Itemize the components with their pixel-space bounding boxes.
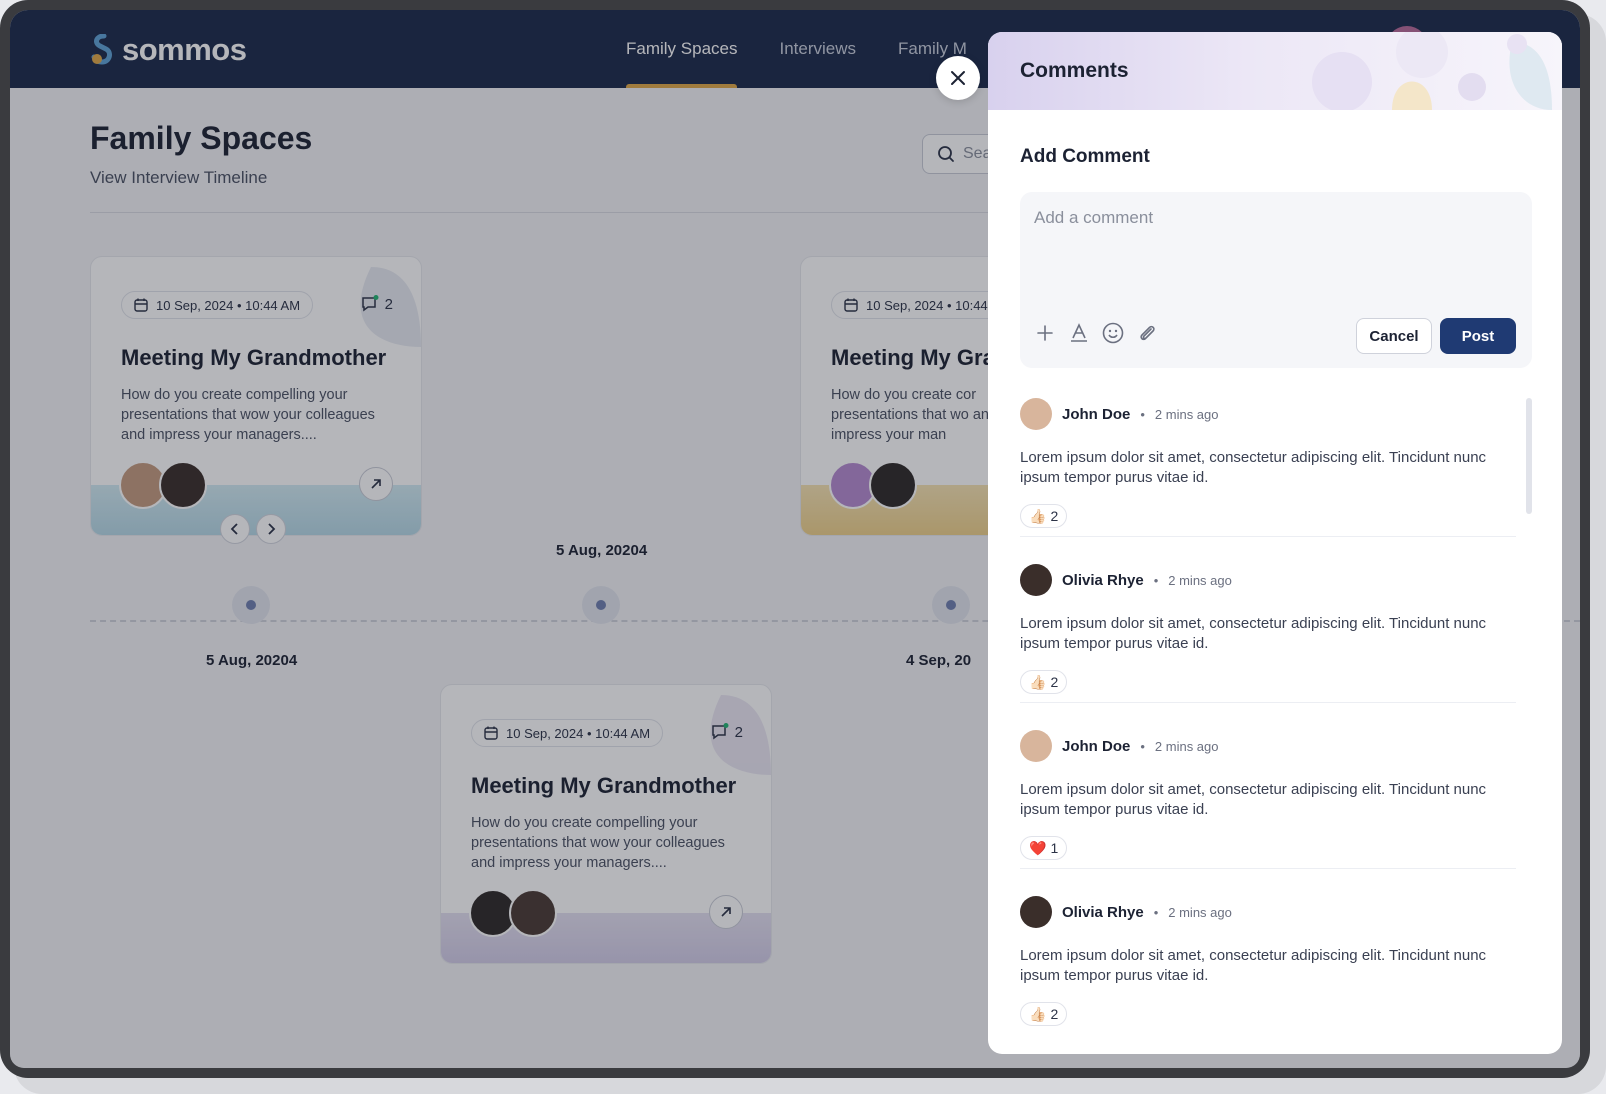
avatar <box>1020 398 1052 430</box>
composer-toolbar <box>1034 322 1158 344</box>
panel-header: Comments <box>988 32 1562 110</box>
comment-author: John Doe <box>1062 737 1131 755</box>
comment-text: Lorem ipsum dolor sit amet, consectetur … <box>1020 449 1487 486</box>
comment-item: John Doe • 2 mins ago Lorem ipsum dolor … <box>1020 730 1516 860</box>
reaction-badge[interactable]: 👍🏻 2 <box>1020 1002 1068 1026</box>
post-button[interactable]: Post <box>1440 318 1516 354</box>
attach-icon <box>1140 325 1155 341</box>
attach-button[interactable] <box>1136 322 1158 344</box>
comment-item: Olivia Rhye • 2 mins ago Lorem ipsum dol… <box>1020 896 1516 1026</box>
reaction-badge[interactable]: 👍🏻 2 <box>1020 504 1068 528</box>
thumbs-up-icon: 👍🏻 <box>1029 673 1047 690</box>
thumbs-up-icon: 👍🏻 <box>1029 1005 1047 1022</box>
comment-author: John Doe <box>1062 405 1131 423</box>
separator-dot: • <box>1153 904 1159 920</box>
divider <box>1020 702 1516 703</box>
decorative-pattern-icon <box>1312 32 1552 110</box>
comment-composer: Add a comment Cancel Post <box>1020 192 1532 368</box>
avatar <box>1020 896 1052 928</box>
cancel-button[interactable]: Cancel <box>1356 318 1432 354</box>
comment-author: Olivia Rhye <box>1062 571 1144 589</box>
separator-dot: • <box>1140 738 1145 754</box>
reaction-count: 2 <box>1050 674 1059 690</box>
comments-panel: Comments Add Comment Add a comment Cance… <box>988 32 1562 1054</box>
reaction-badge[interactable]: 👍🏻 2 <box>1020 670 1068 694</box>
thumbs-up-icon: 👍🏻 <box>1029 507 1047 524</box>
panel-title: Comments <box>1020 59 1129 82</box>
close-panel-button[interactable] <box>936 56 980 100</box>
reaction-badge[interactable]: ❤️ 1 <box>1020 836 1068 860</box>
reaction-count: 1 <box>1050 840 1059 856</box>
add-comment-title: Add Comment <box>1020 146 1150 167</box>
comment-text: Lorem ipsum dolor sit amet, consectetur … <box>1020 947 1487 984</box>
comment-time: 2 mins ago <box>1168 572 1232 588</box>
text-format-button[interactable] <box>1068 322 1090 344</box>
emoji-icon <box>1102 322 1124 344</box>
comment-time: 2 mins ago <box>1168 904 1232 920</box>
comment-time: 2 mins ago <box>1154 406 1219 422</box>
comment-input[interactable]: Add a comment <box>1034 208 1153 228</box>
plus-icon <box>1037 325 1053 341</box>
comment-text: Lorem ipsum dolor sit amet, consectetur … <box>1020 615 1487 652</box>
comment-time: 2 mins ago <box>1154 738 1219 754</box>
device-frame: sommos Family Spaces Interviews Family M… <box>0 0 1590 1078</box>
divider <box>1020 868 1516 869</box>
emoji-button[interactable] <box>1102 322 1124 344</box>
add-button[interactable] <box>1034 322 1056 344</box>
separator-dot: • <box>1153 572 1159 588</box>
reaction-count: 2 <box>1050 1006 1059 1022</box>
divider <box>1020 536 1516 537</box>
reaction-count: 2 <box>1050 508 1059 524</box>
app-screen: sommos Family Spaces Interviews Family M… <box>10 10 1580 1068</box>
text-format-icon <box>1071 323 1087 342</box>
comment-text: Lorem ipsum dolor sit amet, consectetur … <box>1020 781 1487 818</box>
scrollbar[interactable] <box>1526 398 1532 514</box>
comment-item: Olivia Rhye • 2 mins ago Lorem ipsum dol… <box>1020 564 1516 694</box>
avatar <box>1020 730 1052 762</box>
separator-dot: • <box>1140 406 1145 422</box>
comment-author: Olivia Rhye <box>1062 903 1144 921</box>
avatar <box>1020 564 1052 596</box>
close-icon <box>951 71 965 85</box>
comment-item: John Doe • 2 mins ago Lorem ipsum dolor … <box>1020 398 1516 528</box>
heart-icon: ❤️ <box>1029 839 1047 856</box>
